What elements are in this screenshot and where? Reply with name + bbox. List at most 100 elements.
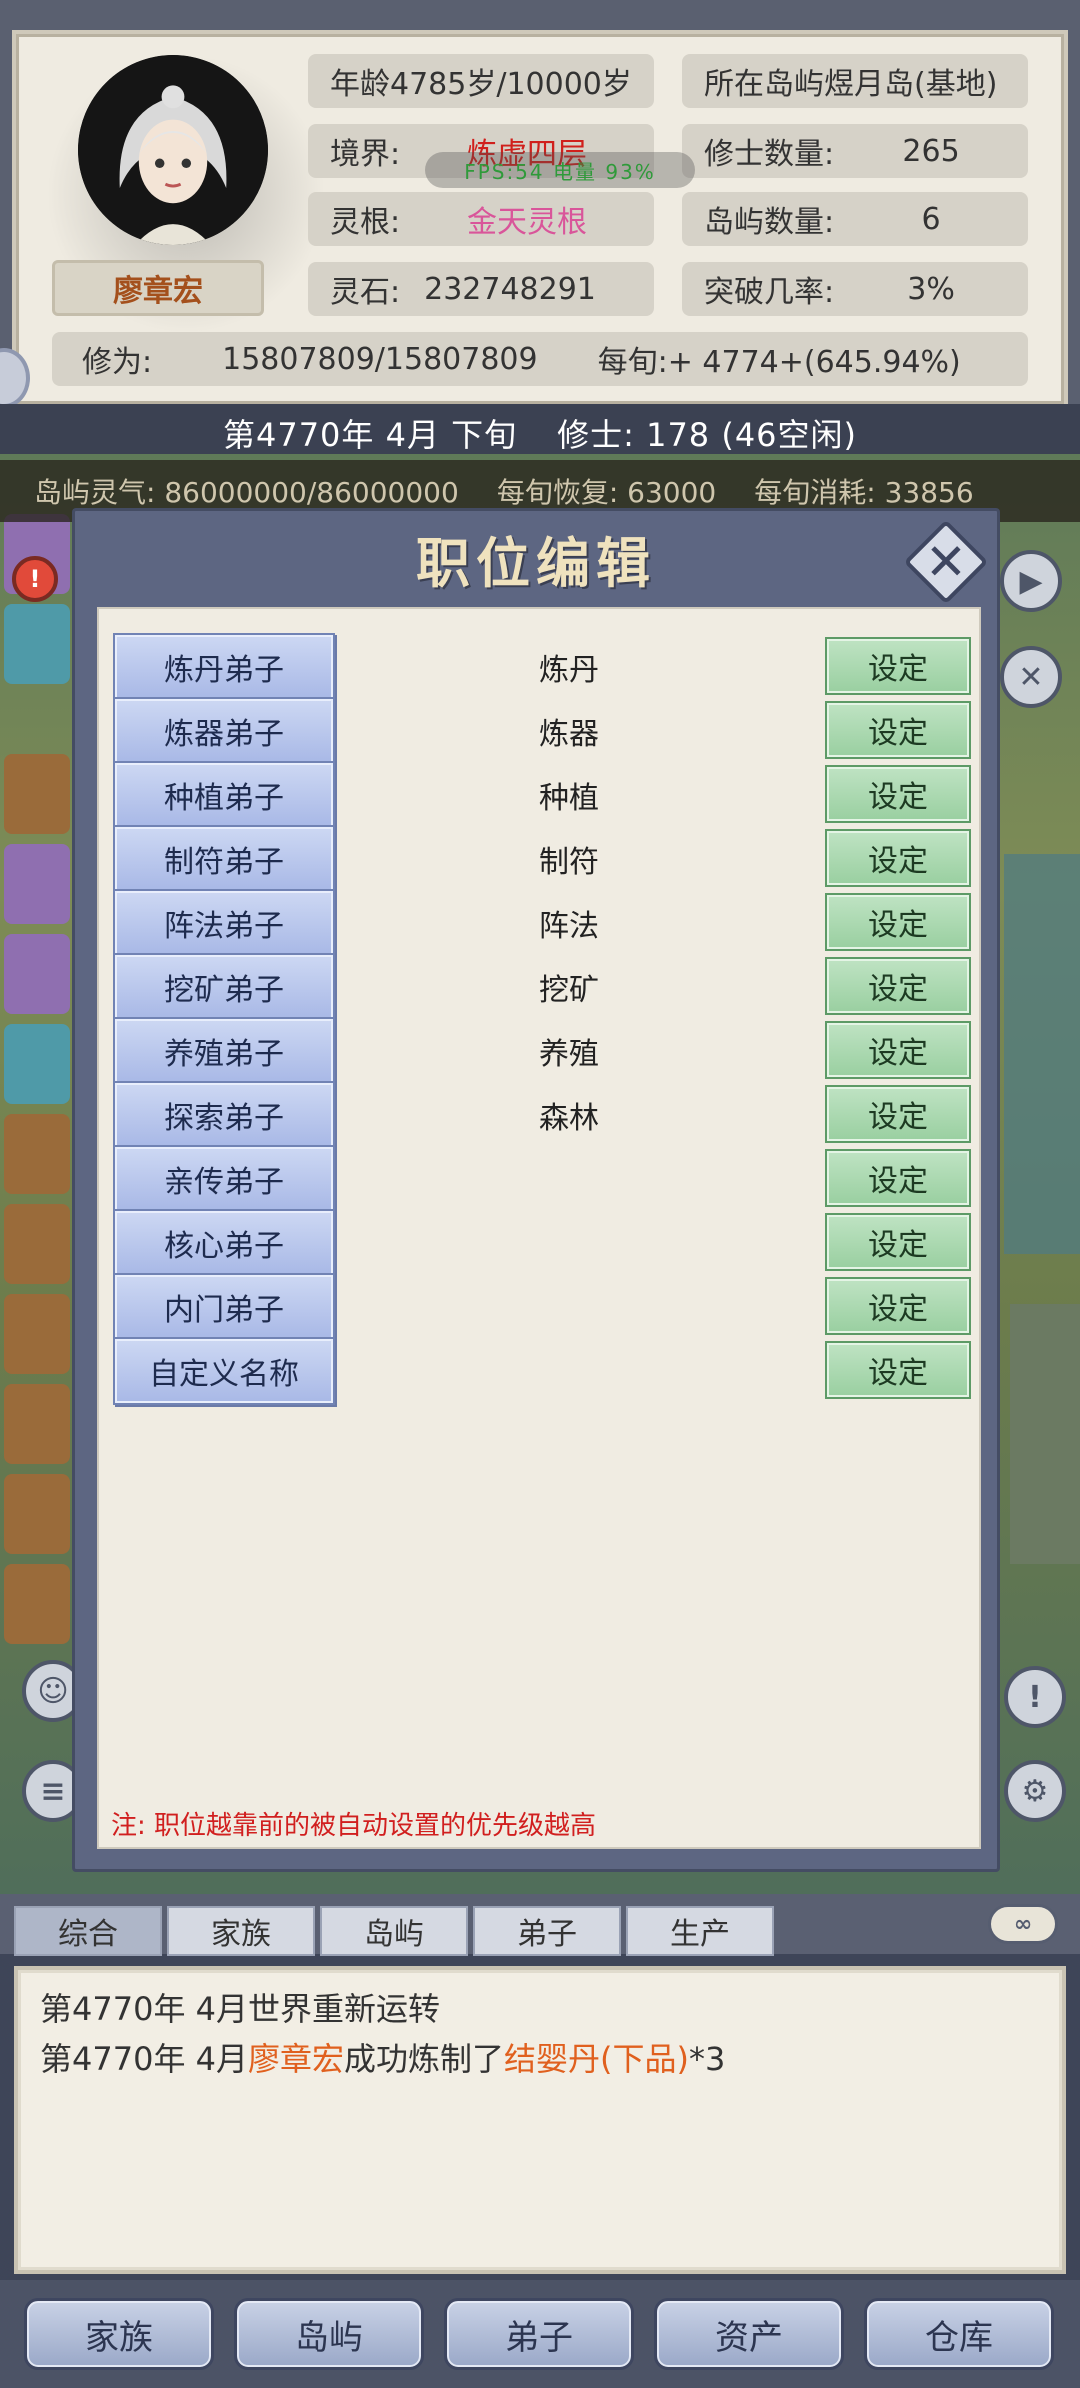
role-name-button[interactable]: 亲传弟子 — [113, 1145, 335, 1213]
gear-icon[interactable]: ⚙ — [1004, 1760, 1066, 1822]
set-button[interactable]: 设定 — [825, 765, 971, 823]
set-button[interactable]: 设定 — [825, 701, 971, 759]
nav-button[interactable]: 家族 — [24, 2298, 214, 2370]
role-job: 种植 — [539, 781, 599, 816]
log-line-item: 结婴丹(下品) — [504, 2040, 689, 2078]
set-button[interactable]: 设定 — [825, 893, 971, 951]
island-label: 所在岛屿煜月岛(基地) — [704, 67, 998, 102]
root-stat: 灵根: 金天灵根 — [308, 192, 654, 246]
game-date: 第4770年 4月 下旬 — [222, 416, 518, 454]
close-icon: ✕ — [925, 533, 967, 591]
fps-overlay: FPS:54 电量 93% — [425, 152, 695, 188]
island-count-stat: 岛屿数量: 6 — [682, 192, 1028, 246]
island-qi: 岛屿灵气: 86000000/86000000 — [34, 476, 459, 509]
position-row: 探索弟子 森林 设定 — [99, 1077, 979, 1151]
bottom-navigation: 家族 岛屿 弟子 资产 仓库 — [0, 2280, 1080, 2388]
set-button[interactable]: 设定 — [825, 637, 971, 695]
cultivator-count-label: 修士数量: — [704, 137, 835, 172]
set-button[interactable]: 设定 — [825, 829, 971, 887]
role-job — [539, 1145, 679, 1213]
character-name: 廖章宏 — [52, 260, 264, 316]
role-name-button[interactable]: 炼器弟子 — [113, 697, 335, 765]
role-name-button[interactable]: 制符弟子 — [113, 825, 335, 893]
root-value: 金天灵根 — [467, 205, 588, 240]
position-row: 自定义名称 设定 — [99, 1333, 979, 1407]
log-line-date: 第4770年 4月 — [40, 2040, 248, 2078]
set-button[interactable]: 设定 — [825, 1149, 971, 1207]
realm-label: 境界: — [330, 137, 401, 172]
play-icon[interactable]: ▶ — [1000, 550, 1062, 612]
role-name-button[interactable]: 探索弟子 — [113, 1081, 335, 1149]
position-row: 挖矿弟子 挖矿 设定 — [99, 949, 979, 1023]
role-job: 养殖 — [539, 1037, 599, 1072]
close-button[interactable]: ✕ — [901, 517, 991, 607]
set-button[interactable]: 设定 — [825, 1341, 971, 1399]
character-avatar[interactable] — [78, 55, 268, 245]
age-label: 年龄4785岁/10000岁 — [330, 67, 632, 102]
map-tile — [4, 1114, 70, 1194]
character-panel: 廖章宏 年龄4785岁/10000岁 所在岛屿煜月岛(基地) 境界: 炼虚四层 … — [0, 0, 1080, 412]
cultivation-label: 修为: — [82, 345, 153, 380]
breakthrough-label: 突破几率: — [704, 275, 835, 310]
nav-button[interactable]: 岛屿 — [234, 2298, 424, 2370]
position-row: 养殖弟子 养殖 设定 — [99, 1013, 979, 1087]
role-name-button[interactable]: 核心弟子 — [113, 1209, 335, 1277]
role-name-button[interactable]: 自定义名称 — [113, 1337, 335, 1405]
map-building — [1004, 854, 1080, 1254]
qi-recovery: 每旬恢复: 63000 — [496, 476, 717, 509]
nav-button[interactable]: 资产 — [654, 2298, 844, 2370]
position-row: 炼器弟子 炼器 设定 — [99, 693, 979, 767]
island-count-label: 岛屿数量: — [704, 205, 835, 240]
role-name-button[interactable]: 养殖弟子 — [113, 1017, 335, 1085]
log-tab[interactable]: 岛屿 — [320, 1906, 468, 1956]
map-tile — [4, 1564, 70, 1644]
role-name-button[interactable]: 内门弟子 — [113, 1273, 335, 1341]
map-tile — [4, 604, 70, 684]
position-row: 种植弟子 种植 设定 — [99, 757, 979, 831]
set-button[interactable]: 设定 — [825, 1277, 971, 1335]
nav-button[interactable]: 弟子 — [444, 2298, 634, 2370]
root-label: 灵根: — [330, 205, 401, 240]
set-button[interactable]: 设定 — [825, 1021, 971, 1079]
cultivator-summary: 修士: 178 (46空闲) — [557, 416, 858, 454]
position-row: 内门弟子 设定 — [99, 1269, 979, 1343]
cultivation-value: 15807809/15807809 — [222, 341, 538, 377]
set-button[interactable]: 设定 — [825, 1085, 971, 1143]
nav-button[interactable]: 仓库 — [864, 2298, 1054, 2370]
set-button[interactable]: 设定 — [825, 1213, 971, 1271]
role-name-button[interactable]: 挖矿弟子 — [113, 953, 335, 1021]
map-tile — [4, 1024, 70, 1104]
position-row: 阵法弟子 阵法 设定 — [99, 885, 979, 959]
avatar-portrait-icon — [78, 55, 268, 245]
map-tile — [4, 934, 70, 1014]
role-job: 森林 — [539, 1101, 599, 1136]
role-job: 阵法 — [539, 909, 599, 944]
log-tab[interactable]: 弟子 — [473, 1906, 621, 1956]
close-map-icon[interactable]: ✕ — [1000, 646, 1062, 708]
spirit-stones-value: 232748291 — [424, 271, 596, 307]
map-tile — [4, 1204, 70, 1284]
role-name-button[interactable]: 阵法弟子 — [113, 889, 335, 957]
log-tab[interactable]: 家族 — [167, 1906, 315, 1956]
log-line: 第4770年 4月廖章宏成功炼制了结婴丹(下品)*3 — [40, 2034, 1040, 2084]
role-job — [539, 1337, 679, 1405]
island-count-value: 6 — [921, 201, 941, 237]
role-job: 制符 — [539, 845, 599, 880]
alert-icon[interactable]: ! — [12, 556, 58, 602]
exclaim-icon[interactable]: ! — [1004, 1666, 1066, 1728]
log-tab[interactable]: 综合 — [14, 1906, 162, 1956]
role-job — [539, 1209, 679, 1277]
role-name-button[interactable]: 炼丹弟子 — [113, 633, 335, 701]
map-building — [1010, 1304, 1080, 1564]
map-tile — [4, 754, 70, 834]
position-row: 制符弟子 制符 设定 — [99, 821, 979, 895]
cloud-scroll-icon[interactable]: ∞ — [988, 1904, 1058, 1944]
role-job: 挖矿 — [539, 973, 599, 1008]
set-button[interactable]: 设定 — [825, 957, 971, 1015]
role-name-button[interactable]: 种植弟子 — [113, 761, 335, 829]
map-tile — [4, 1384, 70, 1464]
log-line-text: 成功炼制了 — [344, 2040, 505, 2078]
log-tab[interactable]: 生产 — [626, 1906, 774, 1956]
log-tabs: ∞ 综合 家族 岛屿 弟子 生产 — [0, 1894, 1080, 1956]
dialog-title: 职位编辑 — [416, 531, 656, 595]
